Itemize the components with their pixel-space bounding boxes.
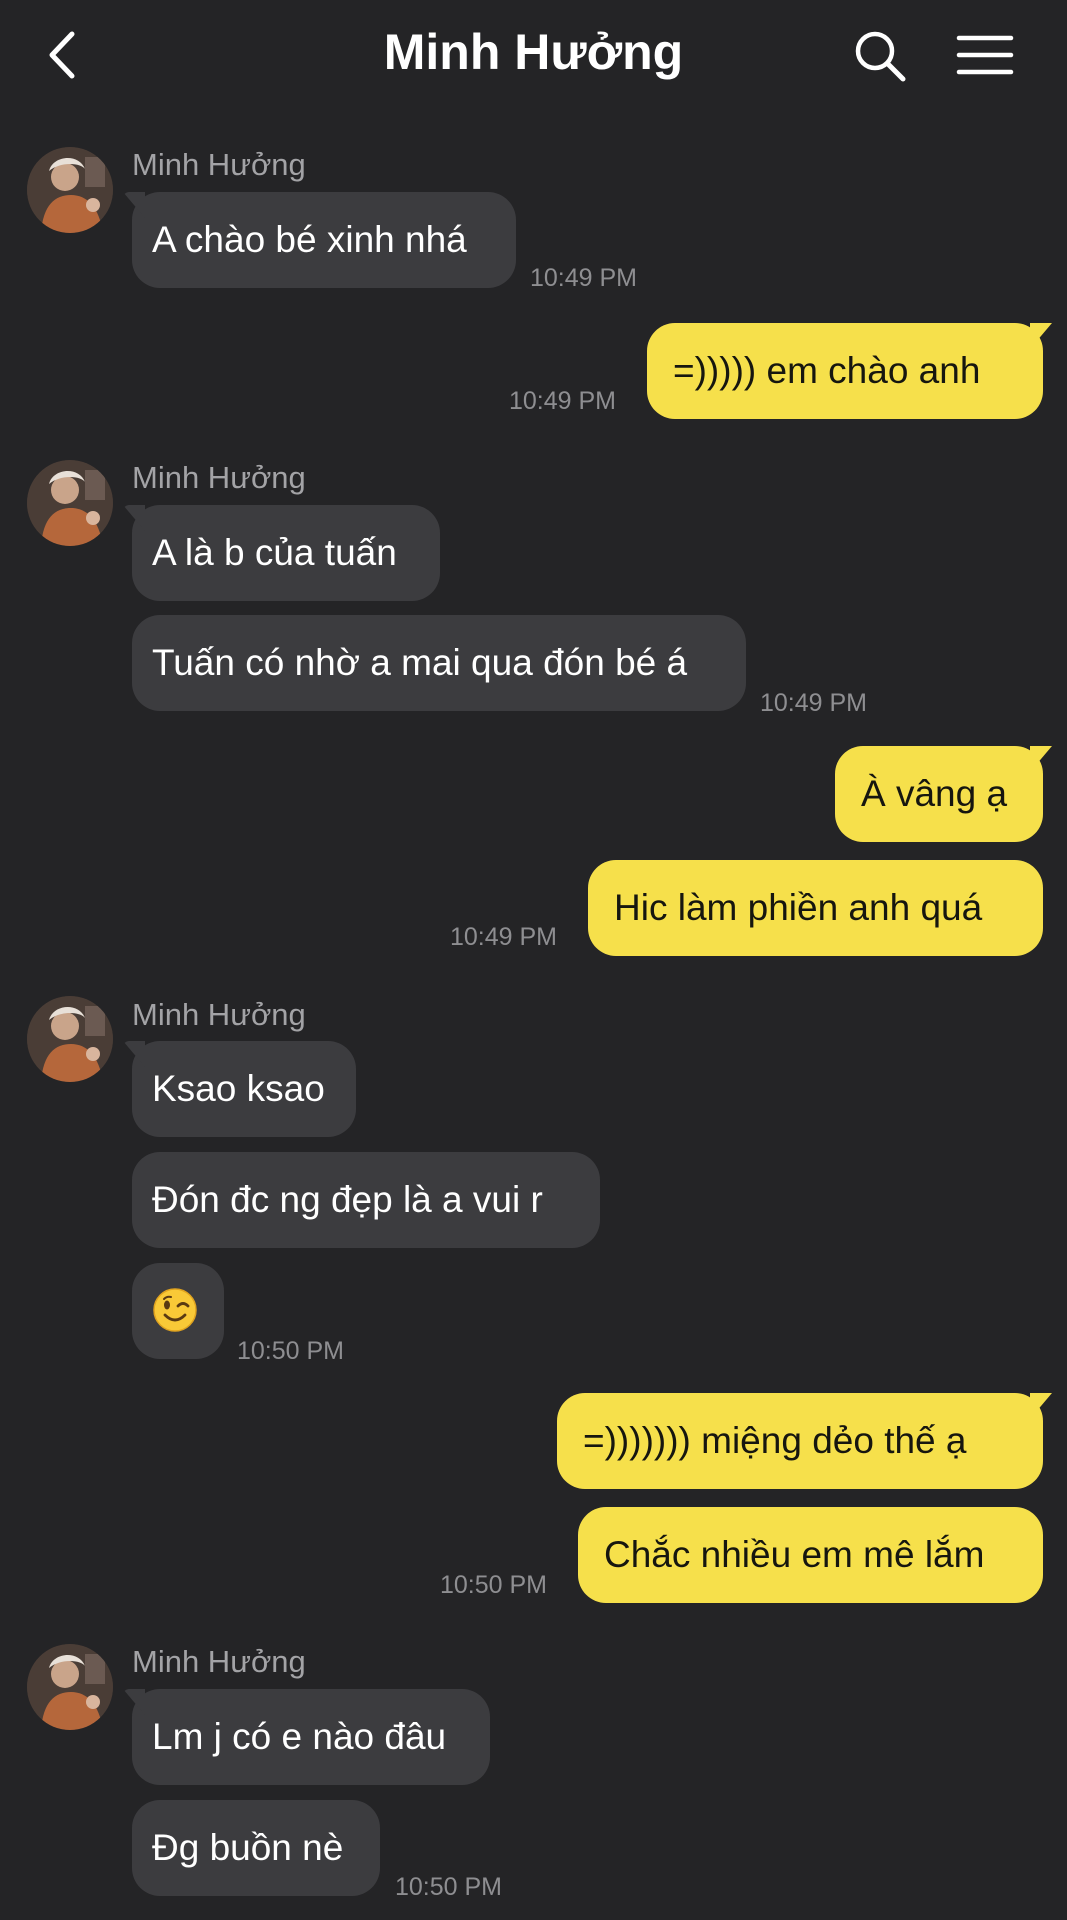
sender-name: Minh Hưởng <box>132 1644 306 1679</box>
search-button[interactable] <box>852 28 908 84</box>
menu-button[interactable] <box>955 30 1015 80</box>
incoming-message-bubble[interactable]: A chào bé xinh nhá <box>132 192 516 288</box>
outgoing-message-bubble[interactable]: Hic làm phiền anh quá <box>588 860 1043 956</box>
message-timestamp: 10:50 PM <box>395 1873 503 1901</box>
outgoing-message-bubble[interactable]: =))))))) miệng dẻo thế ạ <box>557 1393 1043 1489</box>
message-timestamp: 10:49 PM <box>760 689 868 717</box>
avatar-image <box>27 996 113 1082</box>
avatar-image <box>27 1644 113 1730</box>
winking-face-emoji <box>153 1288 197 1332</box>
sender-name: Minh Hưởng <box>132 997 306 1032</box>
outgoing-message-bubble[interactable]: Chắc nhiều em mê lắm <box>578 1507 1043 1603</box>
avatar-image <box>27 147 113 233</box>
hamburger-menu-icon <box>956 35 1014 75</box>
search-icon <box>855 31 906 82</box>
incoming-message-bubble[interactable]: A là b của tuấn <box>132 505 440 601</box>
outgoing-message-bubble[interactable]: À vâng ạ <box>835 746 1043 842</box>
incoming-message-bubble[interactable]: Lm j có e nào đâu <box>132 1689 490 1785</box>
incoming-message-bubble[interactable]: Ksao ksao <box>132 1041 356 1137</box>
avatar[interactable] <box>27 460 113 546</box>
incoming-message-bubble[interactable]: Đg buồn nè <box>132 1800 380 1896</box>
avatar-image <box>27 460 113 546</box>
incoming-message-bubble[interactable]: Đón đc ng đẹp là a vui r <box>132 1152 600 1248</box>
avatar[interactable] <box>27 996 113 1082</box>
message-timestamp: 10:50 PM <box>237 1337 345 1365</box>
sender-name: Minh Hưởng <box>132 147 306 182</box>
message-timestamp: 10:50 PM <box>440 1571 548 1599</box>
chat-screen: Minh Hưởng Minh Hưởng A chào bé xinh nhá… <box>0 0 1067 1920</box>
sender-name: Minh Hưởng <box>132 460 306 495</box>
message-timestamp: 10:49 PM <box>509 387 617 415</box>
outgoing-message-bubble[interactable]: =))))) em chào anh <box>647 323 1043 419</box>
message-timestamp: 10:49 PM <box>450 923 558 951</box>
chat-header: Minh Hưởng <box>0 0 1067 105</box>
incoming-emoji-bubble[interactable] <box>132 1263 224 1359</box>
message-timestamp: 10:49 PM <box>530 264 638 292</box>
avatar[interactable] <box>27 147 113 233</box>
avatar[interactable] <box>27 1644 113 1730</box>
incoming-message-bubble[interactable]: Tuấn có nhờ a mai qua đón bé á <box>132 615 746 711</box>
